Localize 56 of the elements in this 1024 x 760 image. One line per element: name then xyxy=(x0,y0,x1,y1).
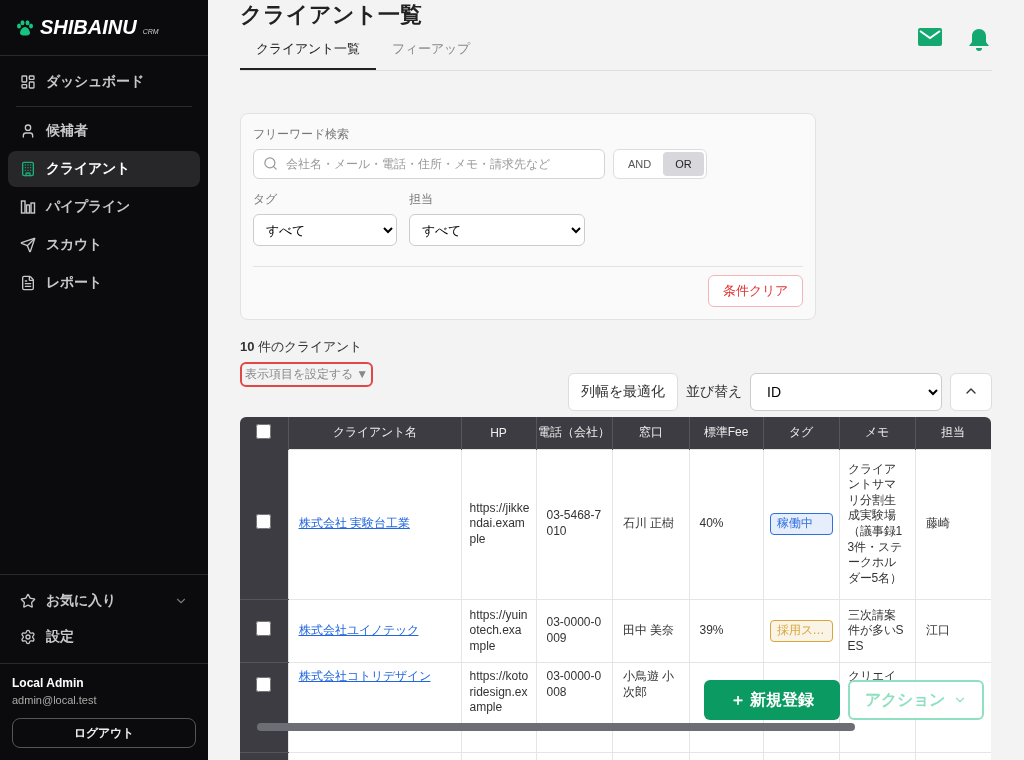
nav-item[interactable]: ダッシュボード xyxy=(8,64,200,100)
mode-button[interactable]: OR xyxy=(663,152,704,176)
client-link[interactable]: 株式会社ユイノテック xyxy=(298,623,419,638)
table-cell: 三次請案件が多いSES xyxy=(847,607,904,653)
nav-item[interactable]: クライアント xyxy=(8,151,200,187)
table-cell: クライアントサマリ分割生成実験場（議事録13件・ステークホルダー5名） xyxy=(847,461,903,585)
table-cell: 田中 美奈 xyxy=(622,623,674,638)
column-header[interactable]: 電話（会社） xyxy=(536,417,612,449)
table-cell: https://yuinotech.example xyxy=(469,607,528,653)
user-email: admin@local.test xyxy=(12,694,98,706)
column-header[interactable]: 標準Fee xyxy=(689,417,763,449)
table-cell: 石川 正樹 xyxy=(622,516,674,531)
nav-item[interactable]: スカウト xyxy=(8,227,200,263)
client-link[interactable]: 株式会社 実験台工業 xyxy=(298,516,410,531)
field-label: タグ xyxy=(253,191,278,208)
table-cell: https://jikkendai.example xyxy=(469,500,530,546)
tag-select[interactable]: すべて xyxy=(253,214,397,246)
table-cell: 小鳥遊 小次郎 xyxy=(622,669,674,699)
column-header[interactable]: 窓口 xyxy=(612,417,689,449)
logout-button[interactable]: ログアウト xyxy=(12,718,196,748)
field-label: フリーワード検索 xyxy=(253,126,350,143)
search-field[interactable]: 会社名・メール・電話・住所・メモ・請求先など xyxy=(253,149,605,179)
field-label: 担当 xyxy=(409,191,434,208)
mode-button[interactable]: AND xyxy=(616,152,664,176)
sort-select[interactable]: ID xyxy=(750,373,942,411)
tag-label: 稼働中 xyxy=(769,513,833,535)
column-header[interactable]: HP xyxy=(461,417,536,449)
create-button[interactable]: ＋ 新規登録 xyxy=(704,680,840,720)
favorites-item[interactable]: お気に入り xyxy=(8,583,200,619)
nav-item[interactable]: 候補者 xyxy=(8,113,200,149)
table-cell: 藤崎 xyxy=(925,516,950,531)
nav-item[interactable]: パイプライン xyxy=(8,189,200,225)
column-header[interactable]: タグ xyxy=(763,417,839,449)
tab[interactable]: クライアント一覧 xyxy=(240,32,376,70)
table-cell: 03-5468-7010 xyxy=(546,508,602,538)
user-name: Local Admin xyxy=(12,676,85,690)
client-link[interactable]: 株式会社コトリデザイン xyxy=(298,669,431,684)
column-header[interactable]: 担当 xyxy=(915,417,991,449)
result-count: 10 件のクライアント xyxy=(240,338,364,356)
brand-name: SHIBAINU xyxy=(40,16,137,39)
nav-item[interactable]: レポート xyxy=(8,265,200,301)
tag-label: 採用ス… xyxy=(769,620,833,642)
sort-label: 並び替え xyxy=(686,383,742,401)
clear-button[interactable]: 条件クリア xyxy=(708,275,803,307)
table-cell: 39% xyxy=(699,623,724,638)
settings-item[interactable]: 設定 xyxy=(8,619,200,655)
table-cell: 03-0000-0008 xyxy=(546,669,602,699)
table-cell: https://kotoridesign.example xyxy=(469,669,529,715)
owner-select[interactable]: すべて xyxy=(409,214,585,246)
page-title: クライアント一覧 xyxy=(240,1,423,29)
column-header[interactable]: クライアント名 xyxy=(288,417,461,449)
table-cell: 40% xyxy=(699,516,724,531)
column-header[interactable]: メモ xyxy=(839,417,915,449)
table-cell: 03-0000-0009 xyxy=(546,615,602,645)
table-cell: 江口 xyxy=(925,623,950,638)
fit-columns-button[interactable]: 列幅を最適化 xyxy=(568,373,678,411)
